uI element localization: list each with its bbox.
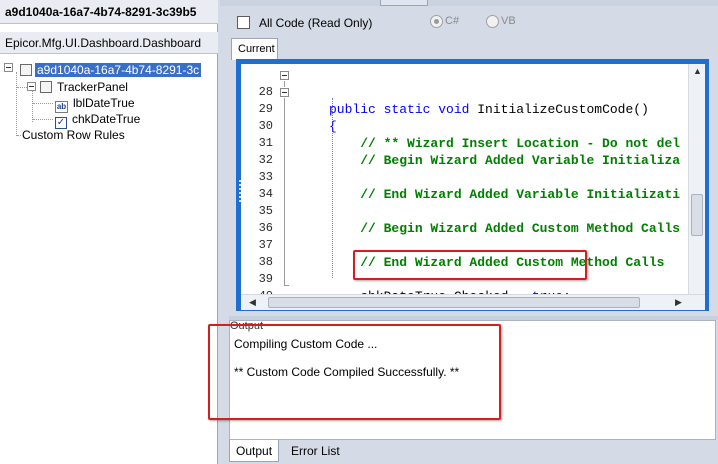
code-line: 37 // End Wizard Added Custom Method Cal…: [241, 220, 705, 270]
top-tab[interactable]: [380, 0, 428, 6]
customization-id-header: a9d1040a-16a7-4b74-8291-3c39b5: [0, 0, 218, 24]
collapse-icon[interactable]: [27, 82, 36, 91]
panel-node-icon: [40, 81, 52, 93]
horizontal-scrollbar[interactable]: ◀ ▶: [241, 294, 705, 310]
code-line: 30 // ** Wizard Insert Location - Do not…: [241, 101, 705, 151]
code-line: 29 {: [241, 84, 705, 134]
tree-connector: [32, 88, 33, 122]
tree-node-custom-row-rules[interactable]: Custom Row Rules: [20, 127, 127, 143]
scroll-right-icon[interactable]: ▶: [671, 295, 686, 310]
horizontal-scroll-thumb[interactable]: [268, 297, 640, 308]
tree-node-root[interactable]: a9d1040a-16a7-4b74-8291-3c: [20, 62, 202, 78]
code-annotation-box: [353, 250, 587, 280]
form-node-icon: [20, 64, 32, 76]
code-line: 32: [241, 135, 705, 167]
csharp-radio[interactable]: [430, 15, 443, 28]
tree-node-lbldatetrue[interactable]: ab lblDateTrue: [55, 95, 137, 113]
vb-label: VB: [501, 15, 516, 27]
tab-error-list[interactable]: Error List: [285, 440, 346, 462]
tree-connector: [16, 72, 17, 136]
tree-node-trackerpanel[interactable]: TrackerPanel: [40, 79, 130, 95]
tree-node-label: TrackerPanel: [57, 80, 128, 94]
tree-connector: [33, 103, 53, 104]
scroll-up-icon[interactable]: ▲: [690, 64, 705, 79]
control-tree: a9d1040a-16a7-4b74-8291-3c TrackerPanel …: [0, 58, 218, 464]
form-namespace-header: Epicor.Mfg.UI.Dashboard.Dashboard: [0, 32, 218, 54]
tree-connector: [17, 87, 27, 88]
tree-node-label: lblDateTrue: [73, 96, 135, 110]
tree-node-label: chkDateTrue: [72, 112, 141, 126]
tree-node-label: a9d1040a-16a7-4b74-8291-3c: [35, 63, 202, 77]
tree-node-label: Custom Row Rules: [22, 128, 125, 142]
collapse-icon[interactable]: [4, 63, 13, 72]
code-line: 36: [241, 203, 705, 235]
tree-connector: [33, 119, 53, 120]
tree-node-chkdatetrue[interactable]: ✓ chkDateTrue: [55, 111, 142, 129]
vertical-scroll-thumb[interactable]: [691, 194, 703, 236]
options-bar: All Code (Read Only) C# VB: [229, 10, 715, 36]
code-line: 28 public static void InitializeCustomCo…: [241, 67, 705, 117]
tab-current[interactable]: Current: [231, 38, 278, 60]
bottom-tab-strip: Output Error List: [229, 440, 718, 464]
code-line: 34: [241, 169, 705, 201]
csharp-label: C#: [445, 15, 460, 27]
output-annotation-box: [208, 324, 501, 420]
vertical-scrollbar[interactable]: ▲: [688, 64, 705, 294]
code-line: 33 // End Wizard Added Variable Initiali…: [241, 152, 705, 202]
scroll-left-icon[interactable]: ◀: [245, 295, 260, 310]
all-code-label: All Code (Read Only): [259, 16, 373, 30]
vb-radio[interactable]: [486, 15, 499, 28]
object-explorer-pane: a9d1040a-16a7-4b74-8291-3c39b5 Epicor.Mf…: [0, 0, 218, 464]
all-code-checkbox[interactable]: [237, 16, 250, 29]
code-line: 35 // Begin Wizard Added Custom Method C…: [241, 186, 705, 236]
code-line: 31 // Begin Wizard Added Variable Initia…: [241, 118, 705, 168]
tab-output[interactable]: Output: [229, 440, 280, 462]
top-tab-strip: [220, 0, 718, 6]
